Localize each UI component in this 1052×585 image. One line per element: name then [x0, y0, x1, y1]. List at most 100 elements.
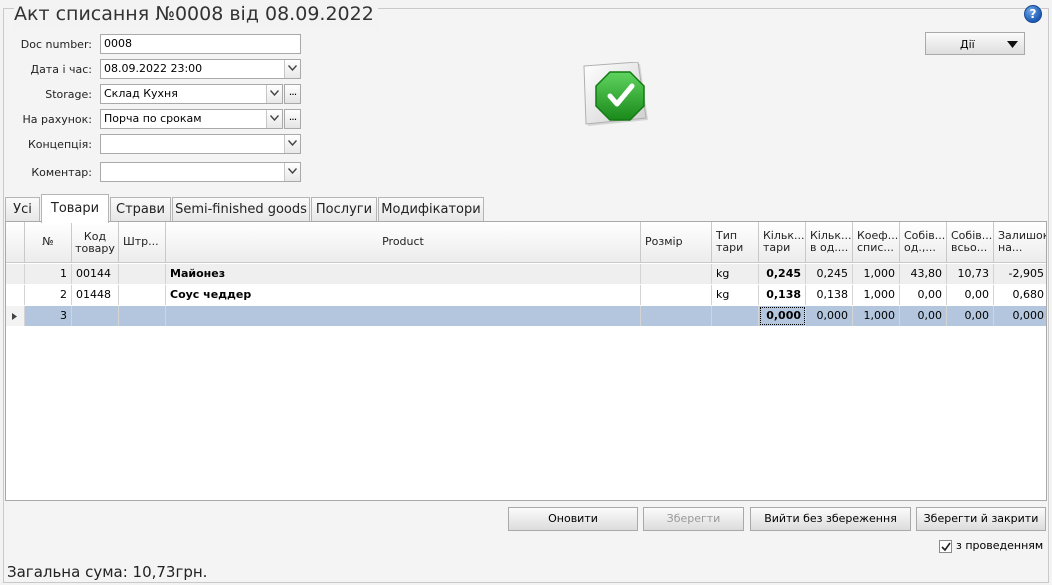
storage-select[interactable]: Склад Кухня: [100, 84, 283, 104]
cell-coefficient[interactable]: 1,000: [853, 264, 900, 284]
cell-number[interactable]: 2: [25, 285, 72, 305]
column-header-container-type[interactable]: Тип тари: [712, 222, 759, 263]
chevron-down-icon: [288, 65, 297, 71]
comment-select[interactable]: [100, 162, 301, 182]
account-select[interactable]: Порча по срокам: [100, 109, 283, 129]
cell-code[interactable]: [72, 306, 119, 326]
chevron-down-icon: [270, 90, 279, 96]
actions-label: Дії: [960, 38, 975, 51]
column-header-coefficient[interactable]: Коеф... спис...: [853, 222, 900, 263]
cell-qty[interactable]: 0,138: [759, 285, 806, 305]
storage-dropdown-button[interactable]: [266, 85, 282, 103]
tab-semi-finished-goods[interactable]: Semi-finished goods: [172, 197, 310, 222]
cell-barcode[interactable]: [119, 264, 166, 284]
cell-qty[interactable]: 0,245: [759, 264, 806, 284]
cell-unit[interactable]: [712, 306, 759, 326]
cell-qty-units[interactable]: 0,245: [806, 264, 853, 284]
tab-goods[interactable]: Товари: [41, 194, 109, 223]
account-label: На рахунок:: [22, 113, 92, 126]
column-header-unit-cost[interactable]: Собів... од.,...: [900, 222, 947, 263]
tab-modifiers[interactable]: Модифікатори: [378, 197, 484, 222]
account-browse-button[interactable]: ...: [284, 109, 301, 129]
cell-product[interactable]: Майонез: [166, 264, 641, 284]
cell-qty-units[interactable]: 0,138: [806, 285, 853, 305]
cell-balance[interactable]: 0,680: [994, 285, 1046, 305]
cell-unit-cost[interactable]: 0,00: [900, 285, 947, 305]
storage-label: Storage:: [45, 88, 92, 101]
column-header-barcode[interactable]: Штр...: [119, 222, 166, 263]
cell-number[interactable]: 3: [25, 306, 72, 326]
cell-unit-cost[interactable]: 0,00: [900, 306, 947, 326]
storage-value: Склад Кухня: [104, 87, 178, 100]
column-header-total-cost[interactable]: Собів... всьо...: [947, 222, 994, 263]
datetime-dropdown-button[interactable]: [284, 60, 300, 78]
cell-qty-focused[interactable]: 0,000: [759, 306, 806, 326]
account-value: Порча по срокам: [104, 112, 202, 125]
datetime-field[interactable]: 08.09.2022 23:00: [100, 59, 301, 79]
refresh-button[interactable]: Оновити: [508, 507, 638, 531]
column-header-product[interactable]: Product: [166, 222, 641, 263]
table-row[interactable]: 1 00144 Майонез kg 0,245 0,245 1,000 43,…: [6, 264, 1046, 284]
column-header-qty-containers[interactable]: Кільк... тари: [759, 222, 806, 263]
table-header: № Код товару Штр... Product Розмір Тип т…: [6, 222, 1046, 263]
with-posting-label: з проведенням: [956, 539, 1044, 552]
save-button[interactable]: Зберегти: [643, 507, 744, 531]
actions-dropdown-button[interactable]: Дії: [925, 32, 1025, 55]
tab-services[interactable]: Послуги: [311, 197, 377, 222]
row-indicator: [6, 306, 25, 326]
chevron-down-icon: [288, 140, 297, 146]
cell-unit[interactable]: kg: [712, 264, 759, 284]
cell-product[interactable]: Соус чеддер: [166, 285, 641, 305]
cell-barcode[interactable]: [119, 306, 166, 326]
cell-size[interactable]: [641, 264, 712, 284]
concept-label: Концепція:: [27, 138, 92, 151]
tab-all[interactable]: Усі: [5, 197, 40, 222]
total-sum: Загальна сума: 10,73грн.: [7, 563, 208, 581]
tab-dishes[interactable]: Страви: [110, 197, 171, 222]
column-header-qty-units[interactable]: Кільк... в од....: [806, 222, 853, 263]
cell-balance[interactable]: 0,000: [994, 306, 1046, 326]
cell-barcode[interactable]: [119, 285, 166, 305]
concept-select[interactable]: [100, 134, 301, 154]
cell-unit[interactable]: kg: [712, 285, 759, 305]
row-indicator-header: [6, 222, 25, 263]
cell-unit-cost[interactable]: 43,80: [900, 264, 947, 284]
account-dropdown-button[interactable]: [266, 110, 282, 128]
cell-product[interactable]: [166, 306, 641, 326]
save-and-close-button[interactable]: Зберегти й закрити: [916, 507, 1046, 531]
triangle-down-icon: [1007, 41, 1018, 48]
doc-number-input[interactable]: 0008: [100, 34, 301, 54]
chevron-down-icon: [288, 168, 297, 174]
cell-qty-units[interactable]: 0,000: [806, 306, 853, 326]
doc-number-label: Doc number:: [20, 38, 92, 51]
with-posting-checkbox[interactable]: [939, 540, 952, 553]
concept-dropdown-button[interactable]: [284, 135, 300, 153]
cell-size[interactable]: [641, 306, 712, 326]
cell-code[interactable]: 00144: [72, 264, 119, 284]
cell-code[interactable]: 01448: [72, 285, 119, 305]
cell-coefficient[interactable]: 1,000: [853, 306, 900, 326]
cell-total-cost[interactable]: 10,73: [947, 264, 994, 284]
cell-total-cost[interactable]: 0,00: [947, 306, 994, 326]
storage-browse-button[interactable]: ...: [284, 84, 301, 104]
comment-dropdown-button[interactable]: [284, 163, 300, 181]
column-header-number[interactable]: №: [25, 222, 72, 263]
help-icon[interactable]: ?: [1024, 5, 1042, 23]
column-header-code[interactable]: Код товару: [72, 222, 119, 263]
cell-balance[interactable]: -2,905: [994, 264, 1046, 284]
row-indicator: [6, 285, 25, 305]
checkmark-icon: [941, 542, 951, 552]
cell-number[interactable]: 1: [25, 264, 72, 284]
exit-without-saving-button[interactable]: Вийти без збереження: [750, 507, 911, 531]
row-indicator: [6, 264, 25, 284]
table-row[interactable]: 2 01448 Соус чеддер kg 0,138 0,138 1,000…: [6, 285, 1046, 305]
cell-total-cost[interactable]: 0,00: [947, 285, 994, 305]
cell-size[interactable]: [641, 285, 712, 305]
items-table: № Код товару Штр... Product Розмір Тип т…: [5, 221, 1047, 501]
document-approved-icon: [583, 62, 648, 126]
column-header-size[interactable]: Розмір: [641, 222, 712, 263]
window-title: Акт списання №0008 від 08.09.2022: [14, 3, 378, 29]
column-header-balance[interactable]: Залишок на...: [994, 222, 1046, 263]
table-row-selected[interactable]: 3 0,000 0,000 1,000 0,00 0,00 0,000: [6, 306, 1046, 326]
cell-coefficient[interactable]: 1,000: [853, 285, 900, 305]
